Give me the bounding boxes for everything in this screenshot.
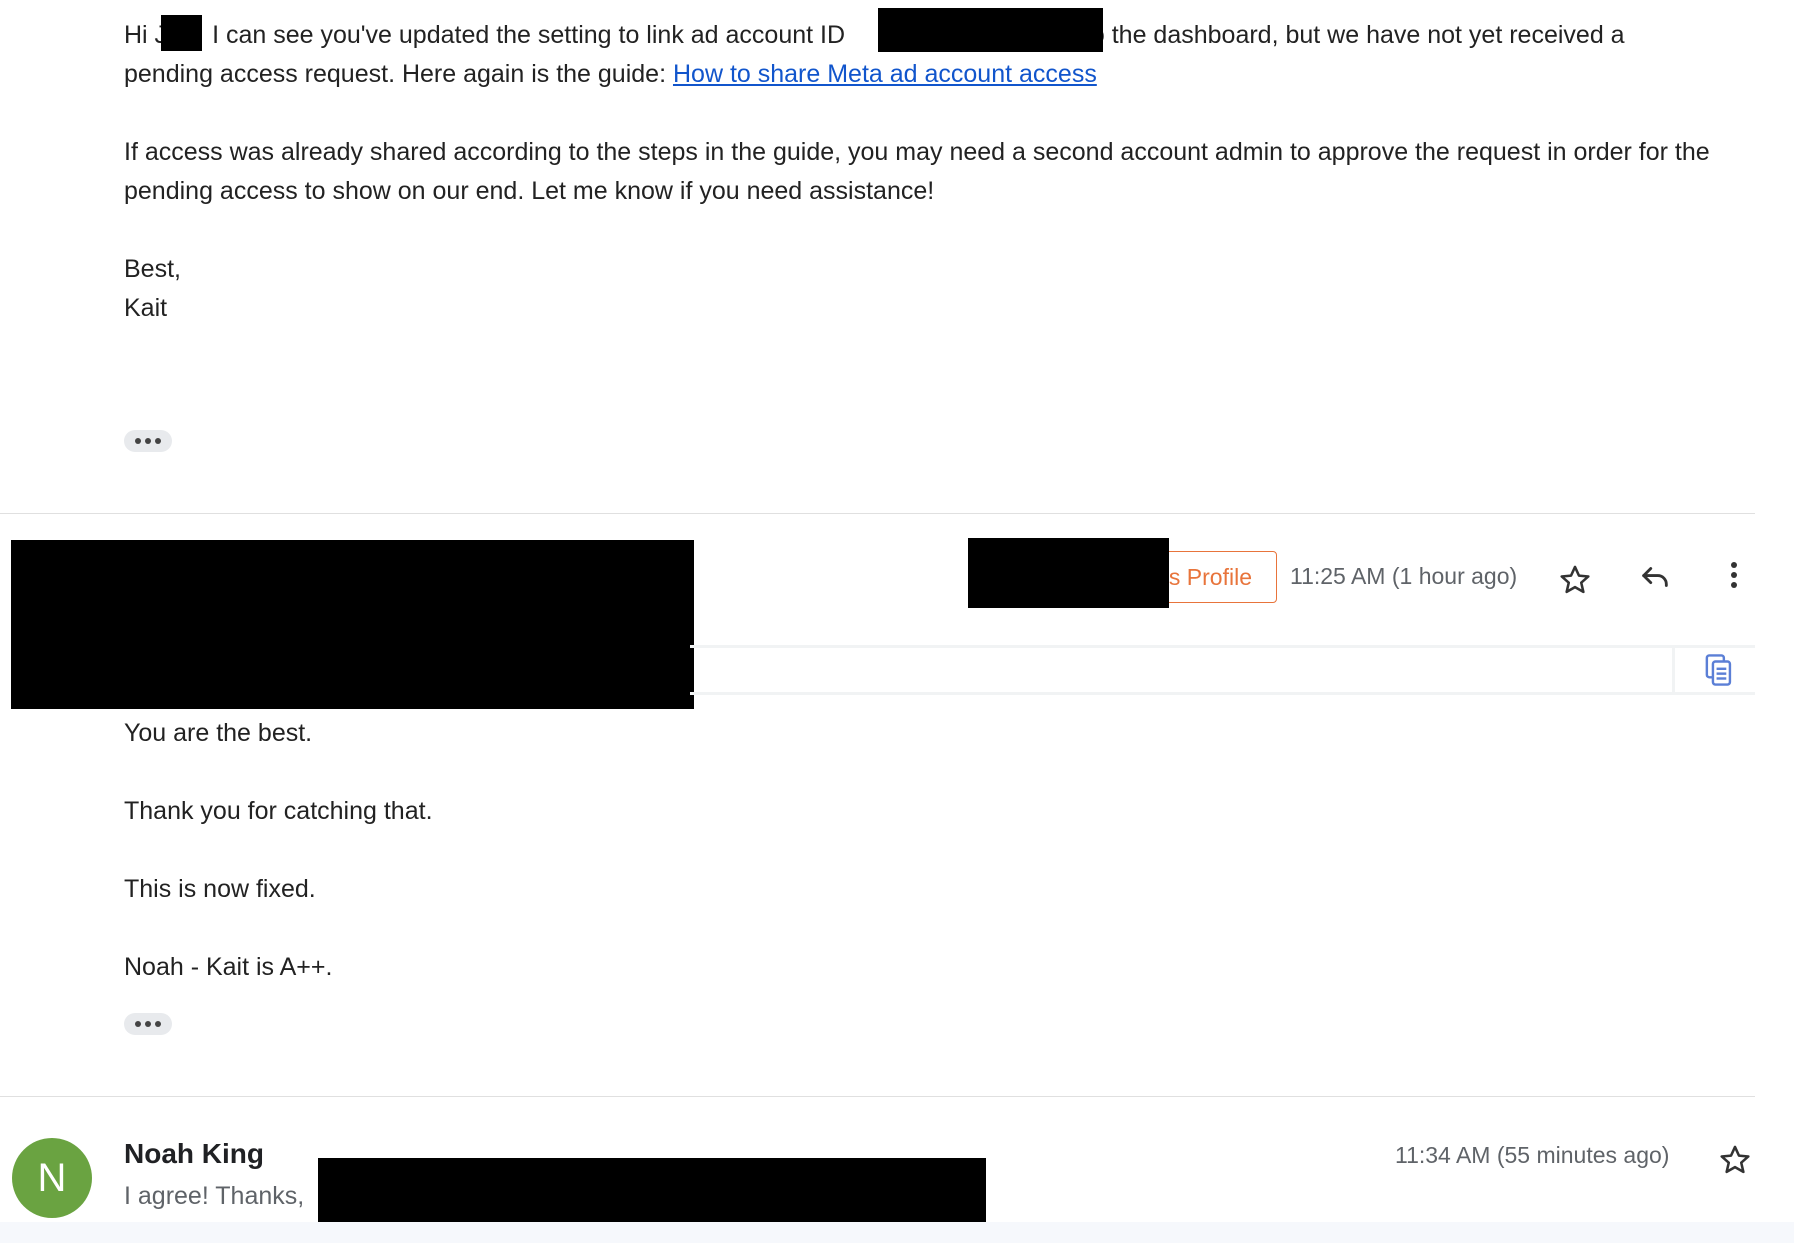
- message-2-line-1: You are the best.: [124, 719, 313, 747]
- redacted-sender-block: [11, 540, 694, 709]
- signoff: Best,: [124, 255, 181, 283]
- line1-a: I can see you've updated the setting to …: [212, 21, 846, 49]
- line2: pending access request. Here again is th…: [124, 60, 667, 88]
- message-2-body: You are the best. Thank you for catching…: [124, 714, 433, 1026]
- redacted-chip-text: [968, 538, 1169, 608]
- copy-icon[interactable]: [1697, 648, 1741, 692]
- avatar-letter: N: [37, 1155, 67, 1200]
- message-1-body: Hi JI can see you've updated the setting…: [124, 16, 1764, 328]
- message-2-line-3: This is now fixed.: [124, 875, 316, 903]
- avatar: N: [12, 1138, 92, 1218]
- message-divider-2: [0, 1096, 1755, 1097]
- show-trimmed-content-button[interactable]: [124, 430, 172, 452]
- show-trimmed-content-button-2[interactable]: [124, 1013, 172, 1035]
- message-2-line-2: Thank you for catching that.: [124, 797, 433, 825]
- line1-b: to the dashboard, but we have not yet re…: [1083, 21, 1625, 49]
- bottom-strip: [0, 1222, 1794, 1243]
- message-divider: [0, 513, 1755, 514]
- message-2-timestamp: 11:25 AM (1 hour ago): [1290, 563, 1518, 589]
- star-icon[interactable]: [1553, 558, 1597, 602]
- message-2-toolbar: [690, 645, 1755, 695]
- sender-name[interactable]: Noah King: [124, 1138, 264, 1170]
- redacted-snippet: [318, 1158, 986, 1226]
- message-2-line-4: Noah - Kait is A++.: [124, 953, 333, 981]
- message-1-para-2: If access was already shared according t…: [124, 138, 1710, 205]
- message-3-snippet: I agree! Thanks,: [124, 1182, 305, 1210]
- redacted-ad-account-id: [878, 8, 1103, 52]
- guide-link[interactable]: How to share Meta ad account access: [673, 60, 1097, 88]
- signature: Kait: [124, 294, 168, 322]
- toolbar-separator: [1672, 648, 1675, 692]
- profile-chip-label: s Profile: [1168, 563, 1252, 590]
- more-vert-icon[interactable]: [1712, 553, 1756, 597]
- redacted-name: [161, 15, 202, 51]
- star-icon-message-3[interactable]: [1713, 1138, 1757, 1182]
- reply-icon[interactable]: [1633, 555, 1677, 599]
- message-3-timestamp: 11:34 AM (55 minutes ago): [1395, 1142, 1670, 1168]
